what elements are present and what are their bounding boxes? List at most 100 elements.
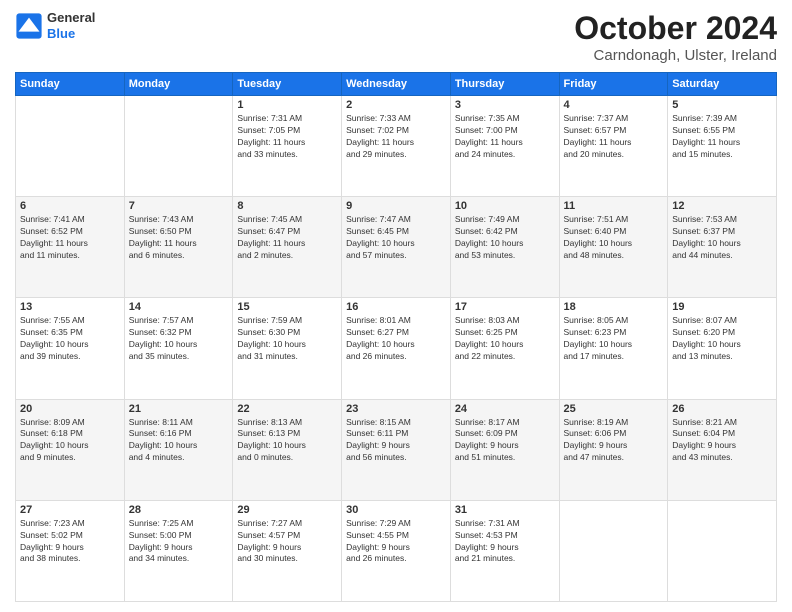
day-number: 7: [129, 200, 229, 212]
calendar-cell: 10 Sunrise: 7:49 AM Sunset: 6:42 PM Dayli…: [450, 197, 559, 298]
col-monday: Monday: [124, 73, 233, 96]
cell-content: Sunrise: 7:29 AM Sunset: 4:55 PM Dayligh…: [346, 518, 446, 566]
calendar-title: October 2024: [574, 10, 777, 47]
cell-content: Sunrise: 7:31 AM Sunset: 7:05 PM Dayligh…: [237, 113, 337, 161]
cell-content: Sunrise: 7:27 AM Sunset: 4:57 PM Dayligh…: [237, 518, 337, 566]
calendar-cell: 6 Sunrise: 7:41 AM Sunset: 6:52 PM Daylig…: [16, 197, 125, 298]
calendar-cell: 1 Sunrise: 7:31 AM Sunset: 7:05 PM Daylig…: [233, 96, 342, 197]
calendar-cell: 26 Sunrise: 8:21 AM Sunset: 6:04 PM Dayli…: [668, 399, 777, 500]
cell-content: Sunrise: 8:17 AM Sunset: 6:09 PM Dayligh…: [455, 417, 555, 465]
calendar-cell: 20Sunrise: 8:09 AM Sunset: 6:18 PM Dayli…: [16, 399, 125, 500]
day-number: 26: [672, 403, 772, 415]
col-thursday: Thursday: [450, 73, 559, 96]
day-number: 31: [455, 504, 555, 516]
day-number: 11: [564, 200, 664, 212]
day-number: 27: [20, 504, 120, 516]
logo-line1: General: [47, 10, 95, 26]
cell-content: Sunrise: 7:39 AM Sunset: 6:55 PM Dayligh…: [672, 113, 772, 161]
cell-content: Sunrise: 8:09 AM Sunset: 6:18 PM Dayligh…: [20, 417, 120, 465]
cell-content: Sunrise: 8:15 AM Sunset: 6:11 PM Dayligh…: [346, 417, 446, 465]
calendar-cell: 12 Sunrise: 7:53 AM Sunset: 6:37 PM Dayli…: [668, 197, 777, 298]
calendar-subtitle: Carndonagh, Ulster, Ireland: [574, 47, 777, 64]
logo-line2: Blue: [47, 26, 95, 42]
logo-text: General Blue: [47, 10, 95, 41]
cell-content: Sunrise: 7:59 AM Sunset: 6:30 PM Dayligh…: [237, 315, 337, 363]
calendar-cell: 27Sunrise: 7:23 AM Sunset: 5:02 PM Dayli…: [16, 500, 125, 601]
calendar-cell: 18 Sunrise: 8:05 AM Sunset: 6:23 PM Dayli…: [559, 298, 668, 399]
cell-content: Sunrise: 8:19 AM Sunset: 6:06 PM Dayligh…: [564, 417, 664, 465]
day-number: 17: [455, 301, 555, 313]
calendar-cell: 29 Sunrise: 7:27 AM Sunset: 4:57 PM Dayli…: [233, 500, 342, 601]
logo-icon: [15, 12, 43, 40]
calendar-week-2: 6 Sunrise: 7:41 AM Sunset: 6:52 PM Daylig…: [16, 197, 777, 298]
calendar-cell: [559, 500, 668, 601]
header: General Blue October 2024 Carndonagh, Ul…: [15, 10, 777, 64]
day-number: 16: [346, 301, 446, 313]
cell-content: Sunrise: 8:21 AM Sunset: 6:04 PM Dayligh…: [672, 417, 772, 465]
calendar-week-5: 27Sunrise: 7:23 AM Sunset: 5:02 PM Dayli…: [16, 500, 777, 601]
col-sunday: Sunday: [16, 73, 125, 96]
cell-content: Sunrise: 7:45 AM Sunset: 6:47 PM Dayligh…: [237, 214, 337, 262]
col-wednesday: Wednesday: [342, 73, 451, 96]
cell-content: Sunrise: 8:03 AM Sunset: 6:25 PM Dayligh…: [455, 315, 555, 363]
calendar-cell: 11 Sunrise: 7:51 AM Sunset: 6:40 PM Dayli…: [559, 197, 668, 298]
cell-content: Sunrise: 7:35 AM Sunset: 7:00 PM Dayligh…: [455, 113, 555, 161]
calendar-week-4: 20Sunrise: 8:09 AM Sunset: 6:18 PM Dayli…: [16, 399, 777, 500]
logo: General Blue: [15, 10, 95, 41]
calendar-cell: [124, 96, 233, 197]
day-number: 30: [346, 504, 446, 516]
cell-content: Sunrise: 7:57 AM Sunset: 6:32 PM Dayligh…: [129, 315, 229, 363]
calendar-cell: 19 Sunrise: 8:07 AM Sunset: 6:20 PM Dayli…: [668, 298, 777, 399]
cell-content: Sunrise: 7:47 AM Sunset: 6:45 PM Dayligh…: [346, 214, 446, 262]
title-section: October 2024 Carndonagh, Ulster, Ireland: [574, 10, 777, 64]
day-number: 3: [455, 99, 555, 111]
cell-content: Sunrise: 7:51 AM Sunset: 6:40 PM Dayligh…: [564, 214, 664, 262]
day-number: 23: [346, 403, 446, 415]
day-number: 2: [346, 99, 446, 111]
day-number: 8: [237, 200, 337, 212]
calendar-cell: 31 Sunrise: 7:31 AM Sunset: 4:53 PM Dayli…: [450, 500, 559, 601]
cell-content: Sunrise: 8:01 AM Sunset: 6:27 PM Dayligh…: [346, 315, 446, 363]
calendar-cell: 5Sunrise: 7:39 AM Sunset: 6:55 PM Daylig…: [668, 96, 777, 197]
calendar-header-row: Sunday Monday Tuesday Wednesday Thursday…: [16, 73, 777, 96]
day-number: 29: [237, 504, 337, 516]
calendar-cell: [668, 500, 777, 601]
cell-content: Sunrise: 8:11 AM Sunset: 6:16 PM Dayligh…: [129, 417, 229, 465]
day-number: 13: [20, 301, 120, 313]
day-number: 6: [20, 200, 120, 212]
cell-content: Sunrise: 7:31 AM Sunset: 4:53 PM Dayligh…: [455, 518, 555, 566]
cell-content: Sunrise: 7:49 AM Sunset: 6:42 PM Dayligh…: [455, 214, 555, 262]
day-number: 18: [564, 301, 664, 313]
col-friday: Friday: [559, 73, 668, 96]
calendar-week-3: 13Sunrise: 7:55 AM Sunset: 6:35 PM Dayli…: [16, 298, 777, 399]
cell-content: Sunrise: 8:07 AM Sunset: 6:20 PM Dayligh…: [672, 315, 772, 363]
col-saturday: Saturday: [668, 73, 777, 96]
day-number: 12: [672, 200, 772, 212]
day-number: 25: [564, 403, 664, 415]
calendar-cell: [16, 96, 125, 197]
day-number: 15: [237, 301, 337, 313]
calendar-cell: 9Sunrise: 7:47 AM Sunset: 6:45 PM Daylig…: [342, 197, 451, 298]
cell-content: Sunrise: 7:41 AM Sunset: 6:52 PM Dayligh…: [20, 214, 120, 262]
calendar-cell: 15 Sunrise: 7:59 AM Sunset: 6:30 PM Dayli…: [233, 298, 342, 399]
day-number: 10: [455, 200, 555, 212]
day-number: 24: [455, 403, 555, 415]
cell-content: Sunrise: 8:05 AM Sunset: 6:23 PM Dayligh…: [564, 315, 664, 363]
cell-content: Sunrise: 7:53 AM Sunset: 6:37 PM Dayligh…: [672, 214, 772, 262]
day-number: 14: [129, 301, 229, 313]
day-number: 4: [564, 99, 664, 111]
cell-content: Sunrise: 7:43 AM Sunset: 6:50 PM Dayligh…: [129, 214, 229, 262]
day-number: 22: [237, 403, 337, 415]
page: General Blue October 2024 Carndonagh, Ul…: [0, 0, 792, 612]
col-tuesday: Tuesday: [233, 73, 342, 96]
calendar-cell: 13Sunrise: 7:55 AM Sunset: 6:35 PM Dayli…: [16, 298, 125, 399]
calendar-cell: 22Sunrise: 8:13 AM Sunset: 6:13 PM Dayli…: [233, 399, 342, 500]
calendar-cell: 4Sunrise: 7:37 AM Sunset: 6:57 PM Daylig…: [559, 96, 668, 197]
day-number: 1: [237, 99, 337, 111]
day-number: 28: [129, 504, 229, 516]
calendar-cell: 17 Sunrise: 8:03 AM Sunset: 6:25 PM Dayli…: [450, 298, 559, 399]
calendar-cell: 16 Sunrise: 8:01 AM Sunset: 6:27 PM Dayli…: [342, 298, 451, 399]
day-number: 19: [672, 301, 772, 313]
calendar-cell: 28Sunrise: 7:25 AM Sunset: 5:00 PM Dayli…: [124, 500, 233, 601]
calendar-cell: 23 Sunrise: 8:15 AM Sunset: 6:11 PM Dayli…: [342, 399, 451, 500]
